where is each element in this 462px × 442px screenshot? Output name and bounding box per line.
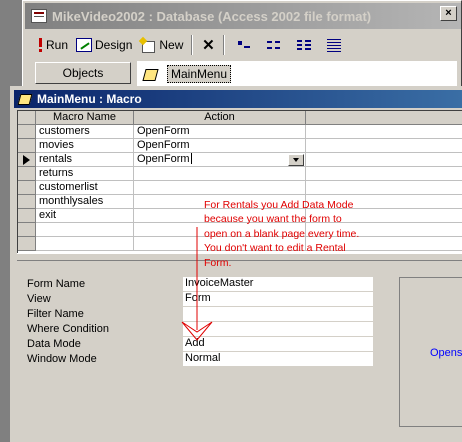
list-view-icon <box>296 38 312 52</box>
comment-cell[interactable] <box>306 167 462 181</box>
macro-item-mainmenu[interactable]: MainMenu <box>143 65 232 83</box>
argument-label: Filter Name <box>27 308 84 320</box>
comment-cell[interactable] <box>306 181 462 195</box>
view-field[interactable]: Form <box>183 292 373 306</box>
macro-title: MainMenu : Macro <box>37 92 142 106</box>
delete-icon: ✕ <box>202 37 215 54</box>
argument-row: Filter Name <box>17 307 397 322</box>
table-row[interactable]: returns <box>18 167 462 181</box>
database-title-bar[interactable]: MikeVideo2002 : Database (Access 2002 fi… <box>25 3 461 29</box>
row-selector[interactable] <box>18 223 36 237</box>
macro-name-cell[interactable]: customers <box>36 125 134 139</box>
toolbar-separator <box>223 35 226 55</box>
new-icon <box>140 38 156 53</box>
design-label: Design <box>95 38 133 52</box>
where-condition-field[interactable] <box>183 322 373 336</box>
new-button[interactable]: New <box>137 34 186 56</box>
window-mode-field[interactable]: Normal <box>183 352 373 366</box>
macro-name-cell[interactable]: movies <box>36 139 134 153</box>
grid-header: Macro Name Action <box>18 111 462 125</box>
comment-cell[interactable] <box>306 153 462 167</box>
argument-label: Data Mode <box>27 338 81 350</box>
row-selector[interactable] <box>18 181 36 195</box>
action-cell[interactable]: OpenForm <box>134 125 306 139</box>
annotation-note: For Rentals you Add Data Mode because yo… <box>204 199 360 269</box>
database-window[interactable]: MikeVideo2002 : Database (Access 2002 fi… <box>22 0 462 92</box>
design-icon <box>76 38 93 52</box>
row-selector[interactable] <box>18 153 36 167</box>
macro-title-bar[interactable]: MainMenu : Macro <box>14 90 462 108</box>
action-combo-value: OpenForm <box>137 153 190 165</box>
action-cell[interactable] <box>134 181 306 195</box>
argument-row: View Form <box>17 292 397 307</box>
table-row[interactable]: customers OpenForm <box>18 125 462 139</box>
row-selector[interactable] <box>18 125 36 139</box>
help-panel: Opens <box>399 277 462 427</box>
comment-cell[interactable] <box>306 125 462 139</box>
action-combo[interactable]: OpenForm <box>134 153 306 167</box>
select-all-cell[interactable] <box>18 111 36 125</box>
help-text: Opens <box>430 347 462 359</box>
objects-button[interactable]: Objects <box>35 62 131 84</box>
row-selector[interactable] <box>18 237 36 251</box>
run-button[interactable]: Run <box>35 34 71 56</box>
small-icons-icon <box>266 38 282 52</box>
column-header-action[interactable]: Action <box>134 111 306 125</box>
macro-name-cell[interactable]: monthlysales <box>36 195 134 209</box>
argument-label: Window Mode <box>27 353 97 365</box>
macro-name-cell[interactable] <box>36 223 134 237</box>
run-icon <box>38 38 43 52</box>
details-view-icon <box>326 38 342 52</box>
macro-name-cell[interactable]: returns <box>36 167 134 181</box>
row-selector[interactable] <box>18 209 36 223</box>
comment-cell[interactable] <box>306 139 462 153</box>
macro-name-cell[interactable] <box>36 237 134 251</box>
row-selector[interactable] <box>18 139 36 153</box>
macro-icon <box>18 93 32 105</box>
delete-button[interactable]: ✕ <box>198 34 218 56</box>
argument-row: Where Condition <box>17 322 397 337</box>
column-header-macro-name[interactable]: Macro Name <box>36 111 134 125</box>
macro-name-cell[interactable]: customerlist <box>36 181 134 195</box>
toolbar-separator <box>191 35 194 55</box>
argument-label: Where Condition <box>27 323 109 335</box>
text-caret <box>190 153 192 164</box>
large-icons-icon <box>236 38 252 52</box>
argument-label: View <box>27 293 51 305</box>
argument-row: Data Mode Add <box>17 337 397 352</box>
filter-name-field[interactable] <box>183 307 373 321</box>
argument-row: Form Name InvoiceMaster <box>17 277 397 292</box>
current-row-arrow-icon <box>23 155 30 165</box>
form-name-field[interactable]: InvoiceMaster <box>183 277 373 291</box>
action-arguments-pane: Form Name InvoiceMaster View Form Filter… <box>17 263 397 441</box>
objects-list: MainMenu <box>137 61 457 87</box>
macro-icon <box>143 68 157 81</box>
macro-name-cell[interactable]: exit <box>36 209 134 223</box>
action-cell[interactable] <box>134 167 306 181</box>
run-label: Run <box>46 38 69 52</box>
macro-name-cell[interactable]: rentals <box>36 153 134 167</box>
database-title: MikeVideo2002 : Database (Access 2002 fi… <box>52 8 372 24</box>
design-button[interactable]: Design <box>73 34 135 56</box>
action-cell[interactable]: OpenForm <box>134 139 306 153</box>
table-row-current[interactable]: rentals OpenForm <box>18 153 462 167</box>
new-label: New <box>159 38 184 52</box>
column-header-comment[interactable] <box>306 111 462 125</box>
macro-item-label: MainMenu <box>167 65 232 83</box>
table-row[interactable]: customerlist <box>18 181 462 195</box>
argument-row: Window Mode Normal <box>17 352 397 367</box>
row-selector[interactable] <box>18 167 36 181</box>
database-app-icon <box>31 9 47 23</box>
database-toolbar: Run Design New ✕ <box>35 33 348 57</box>
close-button[interactable]: × <box>440 6 457 21</box>
details-view-button[interactable] <box>320 34 348 56</box>
table-row[interactable]: movies OpenForm <box>18 139 462 153</box>
small-icons-button[interactable] <box>260 34 288 56</box>
large-icons-button[interactable] <box>230 34 258 56</box>
row-selector[interactable] <box>18 195 36 209</box>
dropdown-arrow-button[interactable] <box>288 154 304 166</box>
data-mode-field[interactable]: Add <box>183 337 373 351</box>
argument-label: Form Name <box>27 278 86 290</box>
list-view-button[interactable] <box>290 34 318 56</box>
